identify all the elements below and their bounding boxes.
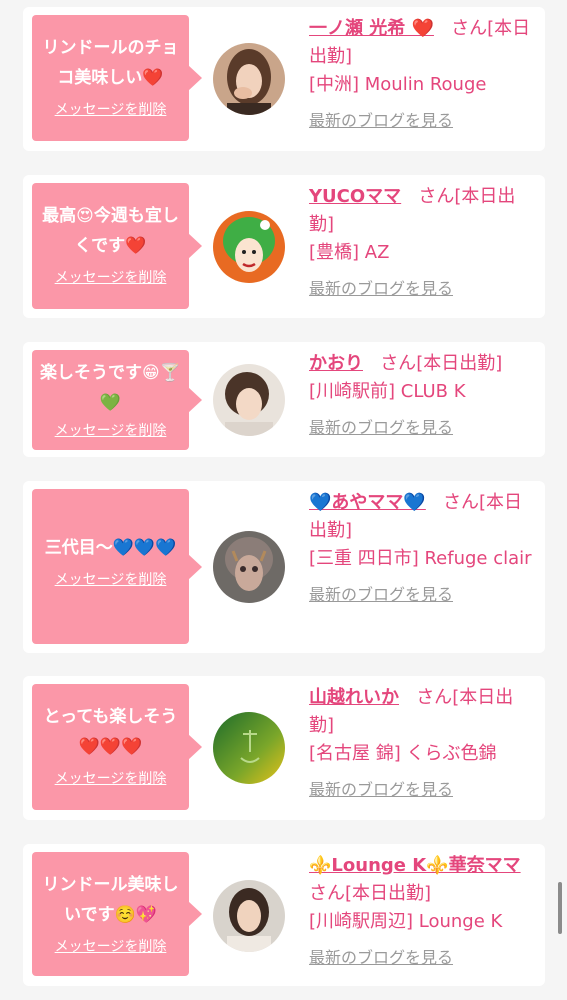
delete-message-link[interactable]: メッセージを削除 [55, 99, 167, 119]
shop-text: [名古屋 錦] くらぶ色錦 [309, 743, 497, 764]
delete-message-link[interactable]: メッセージを削除 [55, 768, 167, 788]
avatar[interactable] [213, 880, 285, 952]
message-bubble: リンドールのチョコ美味しい❤️ メッセージを削除 [32, 15, 189, 141]
status-text: [本日出勤] [416, 353, 503, 374]
shop-text: [豊橋] AZ [309, 242, 390, 263]
list-item: 三代目〜💙💙💙 メッセージを削除 💙あやママ💙 さん[本日出勤] [三重 四日市… [23, 481, 545, 653]
message-text: 最高😍今週も宜しくです❤️ [42, 206, 179, 256]
honorific: さん [380, 353, 417, 374]
user-info: 一ノ瀬 光希 ❤️ さん[本日出勤] [中洲] Moulin Rouge 最新の… [309, 15, 537, 135]
avatar[interactable] [213, 43, 285, 115]
latest-blog-link[interactable]: 最新のブログを見る [309, 414, 453, 442]
user-name-link[interactable]: 山越れいか [309, 687, 399, 708]
shop-text: [川崎駅周辺] Lounge K [309, 911, 503, 932]
shop-text: [川崎駅前] CLUB K [309, 381, 466, 402]
scrollbar[interactable] [558, 882, 562, 934]
shop-text: [中洲] Moulin Rouge [309, 74, 487, 95]
latest-blog-link[interactable]: 最新のブログを見る [309, 107, 453, 135]
honorific: さん [418, 186, 455, 207]
honorific: さん [451, 18, 488, 39]
message-text: リンドールのチョコ美味しい❤️ [42, 38, 179, 88]
message-list: リンドールのチョコ美味しい❤️ メッセージを削除 一ノ瀬 光希 ❤️ さん[本日… [0, 0, 567, 1000]
list-item: リンドール美味しいです☺️💖 メッセージを削除 ⚜️Lounge K⚜️華奈ママ… [23, 844, 545, 986]
user-name-link[interactable]: 💙あやママ💙 [309, 492, 426, 513]
user-name-link[interactable]: ⚜️Lounge K⚜️華奈ママ [309, 855, 521, 876]
user-info: ⚜️Lounge K⚜️華奈ママ さん[本日出勤] [川崎駅周辺] Lounge… [309, 852, 537, 972]
shop-text: [三重 四日市] Refuge clair [309, 548, 532, 569]
avatar-image [213, 211, 285, 283]
list-item: 楽しそうです😁🍸💚 メッセージを削除 かおり さん[本日出勤] [川崎駅前] C… [23, 342, 545, 457]
latest-blog-link[interactable]: 最新のブログを見る [309, 944, 453, 972]
message-bubble: リンドール美味しいです☺️💖 メッセージを削除 [32, 852, 189, 976]
avatar-image [213, 364, 285, 436]
message-text: 三代目〜💙💙💙 [44, 538, 177, 558]
list-item: リンドールのチョコ美味しい❤️ メッセージを削除 一ノ瀬 光希 ❤️ さん[本日… [23, 7, 545, 151]
avatar[interactable] [213, 364, 285, 436]
message-bubble: 最高😍今週も宜しくです❤️ メッセージを削除 [32, 183, 189, 309]
avatar-image [213, 43, 285, 115]
message-bubble: 三代目〜💙💙💙 メッセージを削除 [32, 489, 189, 644]
delete-message-link[interactable]: メッセージを削除 [55, 569, 167, 589]
delete-message-link[interactable]: メッセージを削除 [55, 936, 167, 956]
avatar[interactable] [213, 712, 285, 784]
honorific: さん [309, 883, 345, 904]
avatar-image [213, 531, 285, 603]
delete-message-link[interactable]: メッセージを削除 [55, 420, 167, 440]
latest-blog-link[interactable]: 最新のブログを見る [309, 581, 453, 609]
user-name-link[interactable]: 一ノ瀬 光希 ❤️ [309, 18, 434, 39]
latest-blog-link[interactable]: 最新のブログを見る [309, 275, 453, 303]
user-info: 💙あやママ💙 さん[本日出勤] [三重 四日市] Refuge clair 最新… [309, 489, 537, 609]
user-info: YUCOママ さん[本日出勤] [豊橋] AZ 最新のブログを見る [309, 183, 537, 303]
user-name-link[interactable]: かおり [309, 353, 363, 374]
latest-blog-link[interactable]: 最新のブログを見る [309, 776, 453, 804]
message-text: リンドール美味しいです☺️💖 [42, 875, 179, 925]
message-bubble: とっても楽しそう❤️❤️❤️ メッセージを削除 [32, 684, 189, 810]
user-info: 山越れいか さん[本日出勤] [名古屋 錦] くらぶ色錦 最新のブログを見る [309, 684, 537, 804]
message-bubble: 楽しそうです😁🍸💚 メッセージを削除 [32, 350, 189, 450]
avatar-image [213, 712, 285, 784]
avatar-image [213, 880, 285, 952]
honorific: さん [416, 687, 453, 708]
avatar[interactable] [213, 211, 285, 283]
status-text: [本日出勤] [345, 883, 432, 904]
list-item: 最高😍今週も宜しくです❤️ メッセージを削除 YUCOママ さん[本日出勤] [… [23, 175, 545, 318]
avatar[interactable] [213, 531, 285, 603]
delete-message-link[interactable]: メッセージを削除 [55, 267, 167, 287]
message-text: とっても楽しそう❤️❤️❤️ [43, 707, 178, 757]
honorific: さん [443, 492, 480, 513]
message-text: 楽しそうです😁🍸💚 [40, 363, 181, 413]
user-name-link[interactable]: YUCOママ [309, 186, 401, 207]
user-info: かおり さん[本日出勤] [川崎駅前] CLUB K 最新のブログを見る [309, 350, 537, 442]
list-item: とっても楽しそう❤️❤️❤️ メッセージを削除 山越れいか さん[本日出勤] [… [23, 676, 545, 820]
